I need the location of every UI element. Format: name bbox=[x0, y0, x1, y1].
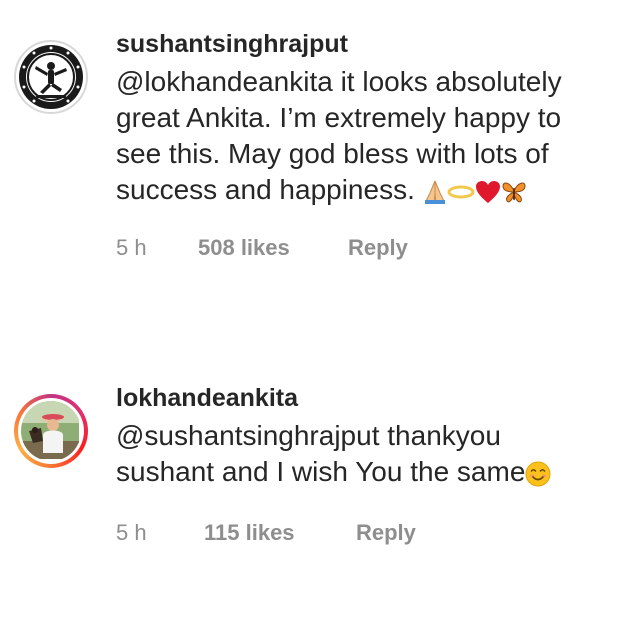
smiling-face-icon bbox=[525, 461, 551, 487]
avatar[interactable] bbox=[14, 40, 88, 114]
folded-hands-icon bbox=[424, 180, 445, 204]
avatar[interactable] bbox=[14, 394, 88, 468]
profile-photo-icon bbox=[21, 401, 79, 459]
likes-count[interactable]: 115 likes bbox=[204, 520, 295, 546]
comment-username[interactable]: lokhandeankita bbox=[116, 382, 606, 414]
comment-body: lokhandeankita @sushantsinghrajput thank… bbox=[116, 382, 606, 490]
red-heart-icon bbox=[475, 180, 500, 203]
reply-button[interactable]: Reply bbox=[356, 520, 416, 546]
halo-icon bbox=[447, 185, 475, 199]
comment-text: @lokhandeankita it looks absolutely grea… bbox=[116, 64, 606, 208]
comment-timestamp: 5 h bbox=[116, 235, 147, 260]
comment-username[interactable]: sushantsinghrajput bbox=[116, 28, 606, 60]
reply-button[interactable]: Reply bbox=[348, 235, 408, 261]
comment-text: @sushantsinghrajput thankyou sushant and… bbox=[116, 418, 606, 490]
butterfly-icon bbox=[502, 182, 526, 202]
likes-count[interactable]: 508 likes bbox=[198, 235, 290, 261]
mention-link[interactable]: @lokhandeankita bbox=[116, 66, 333, 97]
nataraja-logo-icon bbox=[19, 45, 83, 109]
comment-timestamp: 5 h bbox=[116, 520, 147, 545]
comment-body: sushantsinghrajput @lokhandeankita it lo… bbox=[116, 28, 606, 208]
mention-link[interactable]: @sushantsinghrajput bbox=[116, 420, 379, 451]
